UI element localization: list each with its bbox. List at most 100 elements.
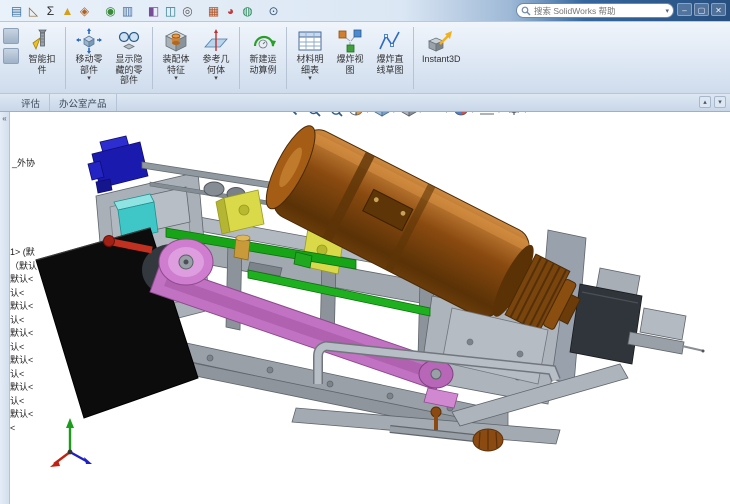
- bill-of-materials-button[interactable]: 材料明 细表 ▾: [290, 24, 330, 92]
- assembly-features-button[interactable]: 装配体 特征 ▾: [156, 24, 196, 92]
- clipped-icon: [3, 48, 19, 64]
- search-scope-caret-icon[interactable]: ▾: [665, 7, 669, 15]
- reference-geometry-icon: [203, 27, 229, 54]
- move-component-label: 移动零 部件: [75, 54, 103, 75]
- show-hidden-components-button[interactable]: 显示隐 藏的零 部件: [109, 24, 149, 92]
- move-component-button[interactable]: 移动零 部件 ▾: [69, 24, 109, 92]
- exploded-view-button[interactable]: 爆炸视图: [330, 24, 370, 92]
- options-icon[interactable]: ⊙: [265, 2, 282, 20]
- ribbon-corner-buttons: ▴ ▾: [699, 96, 726, 108]
- feature-tree-item[interactable]: 认<: [10, 315, 24, 326]
- mass-properties-icon[interactable]: Σ: [42, 2, 59, 20]
- tab-evaluate[interactable]: 评估: [12, 94, 51, 111]
- design-library-icon[interactable]: ▤: [8, 2, 25, 20]
- assembly-features-icon: [163, 27, 189, 54]
- feature-tree-item[interactable]: 认<: [10, 342, 24, 353]
- instant3d-label: Instant3D: [422, 54, 461, 64]
- reference-geometry-label: 参考几 何体: [202, 54, 230, 75]
- explode-line-sketch-label: 爆炸直 线草图: [376, 54, 404, 75]
- toolbox-icon[interactable]: ▦: [205, 2, 222, 20]
- statistics-icon[interactable]: ▥: [119, 2, 136, 20]
- clipped-buttons: [2, 24, 22, 92]
- clearance-verification-icon[interactable]: ◫: [162, 2, 179, 20]
- ribbon-separator: [239, 27, 240, 89]
- instant3d-icon: [428, 27, 454, 54]
- search-box[interactable]: ▾: [516, 3, 674, 18]
- feature-tree-item[interactable]: 认<: [10, 288, 24, 299]
- ribbon-separator: [65, 27, 66, 89]
- bill-of-materials-icon: [297, 27, 323, 54]
- new-motion-study-icon: [250, 27, 276, 54]
- feature-tree-item[interactable]: 认<: [10, 369, 24, 380]
- ribbon-options-button[interactable]: ▾: [714, 96, 726, 108]
- new-motion-study-label: 新建运 动算例: [249, 54, 277, 75]
- feature-tree-item[interactable]: _外协: [12, 158, 35, 169]
- search-area: ▾: [516, 3, 674, 18]
- assembly-features-label: 装配体 特征: [162, 54, 190, 75]
- smart-fasteners-button[interactable]: 智能扣件: [22, 24, 62, 92]
- bill-of-materials-label: 材料明 细表: [296, 54, 324, 75]
- sensor-icon[interactable]: ◉: [102, 2, 119, 20]
- tab-office-products[interactable]: 办公室产品: [50, 94, 117, 111]
- feature-tree-item[interactable]: 默认<: [10, 382, 33, 393]
- show-hidden-components-label: 显示隐 藏的零 部件: [115, 54, 143, 85]
- feature-tree-item[interactable]: 1> (默: [10, 247, 35, 258]
- solidworks-window: { "titlebar": { "search_placeholder": "搜…: [0, 0, 730, 504]
- clipped-icon: [3, 28, 19, 44]
- smart-fasteners-icon: [29, 27, 55, 54]
- scene-icon[interactable]: ◍: [239, 2, 256, 20]
- command-manager-ribbon: 智能扣件移动零 部件 ▾ 显示隐 藏的零 部件 装配体 特征 ▾ 参考几 何体 ▾ 新建运 动算例 材料明细…: [0, 22, 730, 94]
- check-entity-icon[interactable]: ▲: [59, 2, 76, 20]
- dropdown-caret-icon[interactable]: ▾: [308, 75, 312, 82]
- quick-access-toolbar: ▤ ◺ Σ ▲ ◈ ◉ ▥ ◧ ◫ ◎ ▦ ◕ ◍ ⊙: [0, 0, 282, 22]
- feature-tree-item[interactable]: 默认<: [10, 409, 33, 420]
- blue-bracket-part[interactable]: [87, 135, 149, 194]
- smart-fasteners-label: 智能扣件: [28, 54, 56, 75]
- orientation-triad: [50, 418, 92, 467]
- title-bar: ▤◺Σ▲◈ ◉▥ ◧◫◎ ▦◕◍ ⊙ ▾ –▢✕: [0, 0, 730, 22]
- ribbon-separator: [152, 27, 153, 89]
- feature-tree-item[interactable]: <: [10, 423, 15, 434]
- new-motion-study-button[interactable]: 新建运 动算例: [243, 24, 283, 92]
- ribbon-separator: [413, 27, 414, 89]
- appearance-icon[interactable]: ◕: [222, 2, 239, 20]
- command-manager-tabs: 评估 办公室产品 ▴ ▾: [0, 94, 730, 112]
- exploded-view-label: 爆炸视图: [336, 54, 364, 75]
- tab-office-products-label: 办公室产品: [59, 98, 107, 110]
- tab-evaluate-label: 评估: [21, 98, 41, 110]
- feature-tree-item[interactable]: 默认<: [10, 328, 33, 339]
- window-controls: – ▢ ✕: [677, 3, 726, 16]
- ribbon-separator: [286, 27, 287, 89]
- section-properties-icon[interactable]: ◈: [76, 2, 93, 20]
- explode-line-sketch-button[interactable]: 爆炸直 线草图: [370, 24, 410, 92]
- panel-collapse-icon[interactable]: «: [2, 114, 6, 123]
- solidworks-help-search-input[interactable]: [534, 5, 663, 16]
- show-hidden-components-icon: [116, 27, 142, 54]
- move-component-icon: [76, 27, 102, 54]
- feature-tree-item[interactable]: 默认<: [10, 301, 33, 312]
- instant3d-button[interactable]: Instant3D: [417, 24, 466, 92]
- reference-geometry-button[interactable]: 参考几 何体 ▾: [196, 24, 236, 92]
- minimize-button[interactable]: –: [677, 3, 692, 16]
- exploded-view-icon: [337, 27, 363, 54]
- feature-tree-item[interactable]: 认<: [10, 396, 24, 407]
- brass-fitting-part[interactable]: [233, 234, 251, 261]
- search-icon: [521, 6, 531, 15]
- feature-tree-item[interactable]: 默认<: [10, 274, 33, 285]
- dropdown-caret-icon[interactable]: ▾: [87, 75, 91, 82]
- close-button[interactable]: ✕: [711, 3, 726, 16]
- interference-detection-icon[interactable]: ◧: [145, 2, 162, 20]
- feature-tree-item[interactable]: （默认: [10, 261, 37, 272]
- graphics-viewport[interactable]: _外协 1> (默 （默认默认< 认< 默认< 认< 默认< 认< 默认< 认< 默认< 认< 默认< <: [0, 112, 730, 504]
- panel-collapse-strip[interactable]: «: [0, 112, 10, 504]
- dropdown-caret-icon[interactable]: ▾: [174, 75, 178, 82]
- hole-alignment-icon[interactable]: ◎: [179, 2, 196, 20]
- ribbon-buttons: 智能扣件移动零 部件 ▾ 显示隐 藏的零 部件 装配体 特征 ▾ 参考几 何体 ▾ 新建运 动算例 材料明细…: [22, 24, 466, 92]
- maximize-button[interactable]: ▢: [694, 3, 709, 16]
- collapse-ribbon-button[interactable]: ▴: [699, 96, 711, 108]
- measure-icon[interactable]: ◺: [25, 2, 42, 20]
- feature-tree-item[interactable]: 默认<: [10, 355, 33, 366]
- explode-line-sketch-icon: [377, 27, 403, 54]
- 3d-assembly-model[interactable]: [0, 112, 730, 504]
- dropdown-caret-icon[interactable]: ▾: [214, 75, 218, 82]
